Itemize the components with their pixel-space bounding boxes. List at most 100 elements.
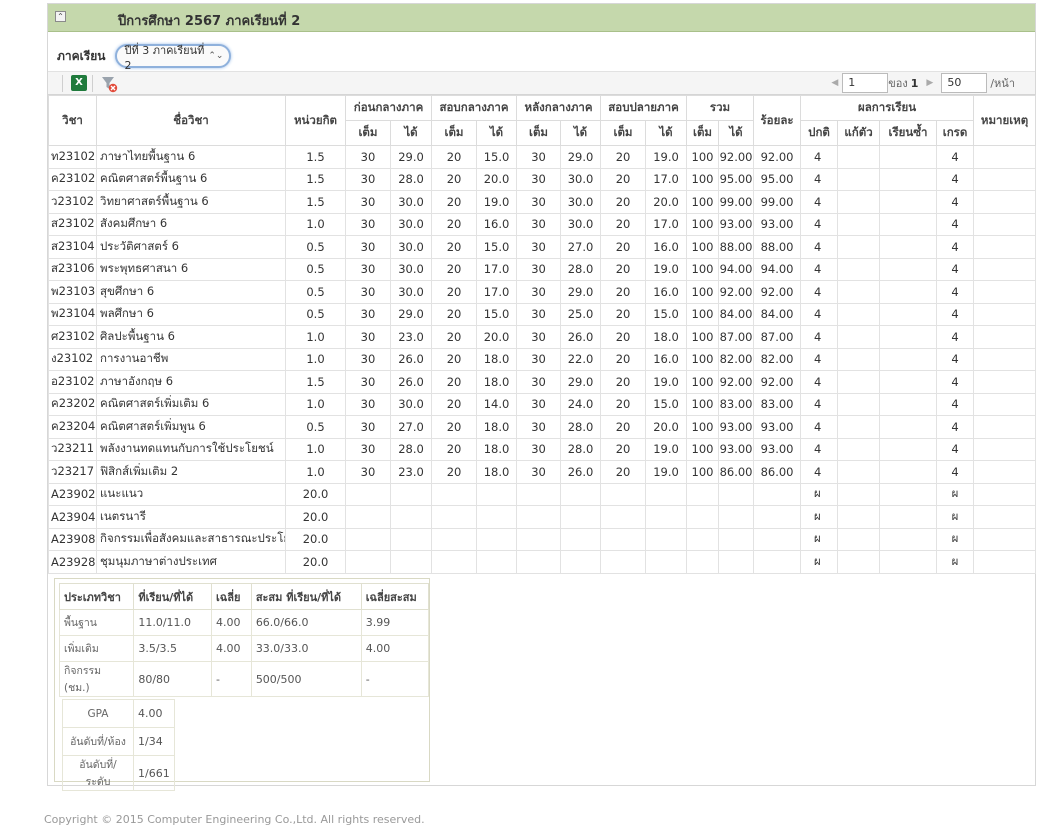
grade-cell: 4 [936,167,975,191]
score-cell: 92.00 [718,280,755,304]
table-row[interactable]: พ23103 สุขศึกษา 6 0.5 30 30.0 20 17.0 30 29.0 20 1… [48,280,1037,304]
table-row[interactable]: A23908 กิจกรรมเพื่อสังคมและสาธารณะประโยชน… [48,527,1037,551]
sum-col-type: ประเภทวิชา [58,583,135,610]
table-row[interactable]: ง23102 การงานอาชีพ 1.0 30 26.0 20 18.0 30 22.0 20… [48,347,1037,371]
table-row[interactable]: ว23102 วิทยาศาสตร์พื้นฐาน 6 1.5 30 30.0 20 19.… [48,190,1037,214]
table-row[interactable]: ศ23102 ศิลปะพื้นฐาน 6 1.0 30 23.0 20 20.0 30 26.… [48,325,1037,349]
score-cell: 19.0 [645,145,688,169]
summary-table: ประเภทวิชา ที่เรียน/ที่ได้ เฉลี่ย สะสม ท… [58,583,430,697]
excel-export-icon[interactable]: X [71,75,87,91]
score-cell [431,505,478,529]
result-fix-cell [837,437,881,461]
semester-select[interactable]: ปีที่ 3 ภาคเรียนที่ 2 ⌃⌄ [115,44,232,72]
col-credit[interactable]: หน่วยกิต [285,95,346,146]
collapse-icon[interactable]: ⌃ [55,11,66,22]
score-cell [516,550,562,574]
subject-name-cell: เนตรนารี [96,505,286,529]
class-rank-row: อันดับที่/ห้อง 1/34 [62,727,175,756]
score-cell: 100 [686,257,720,281]
score-cell [389,505,433,529]
score-cell: 20 [600,257,647,281]
table-row[interactable]: ว23211 พลังงานทดแทนกับการใช้ประโยชน์ 1.0 30… [48,437,1037,461]
score-cell [476,482,518,506]
semester-label: ภาคเรียน [57,48,106,63]
col-percent[interactable]: ร้อยละ [753,95,802,146]
result-normal-cell: 4 [800,145,839,169]
score-cell: 19.0 [645,370,688,394]
score-cell: 30 [345,145,391,169]
result-repeat-cell [879,347,938,371]
remark-cell [973,280,1037,304]
result-normal-cell: ผ [800,482,839,506]
score-cell: 20 [431,257,478,281]
score-cell [560,505,602,529]
score-cell: 20 [431,212,478,236]
percent-cell: 95.00 [753,167,802,191]
table-row[interactable]: ว23217 ฟิสิกส์เพิ่มเติม 2 1.0 30 23.0 20 18.0 3… [48,460,1037,484]
table-row[interactable]: ค23102 คณิตศาสตร์พื้นฐาน 6 1.5 30 28.0 20 20.0… [48,167,1037,191]
credit-cell: 0.5 [285,280,346,304]
result-repeat-cell [879,505,938,529]
grade-cell: 4 [936,190,975,214]
subject-code-cell: พ23104 [48,302,97,326]
credit-cell: 0.5 [285,415,346,439]
grade-cell: ผ [936,505,975,529]
subject-name-cell: พลศึกษา 6 [96,302,286,326]
score-cell [431,550,478,574]
table-row[interactable]: A23928 ชุมนุมภาษาต่างประเทศ 20.0 ผ ผ [48,550,1037,574]
score-cell: 15.0 [476,302,518,326]
result-fix-cell [837,527,881,551]
subject-name-cell: ภาษาอังกฤษ 6 [96,370,286,394]
table-row[interactable]: พ23104 พลศึกษา 6 0.5 30 29.0 20 15.0 30 25.0 20 15… [48,302,1037,326]
table-row[interactable]: ท23102 ภาษาไทยพื้นฐาน 6 1.5 30 29.0 20 15.0 30 2… [48,145,1037,169]
page-number-input[interactable]: 1 [842,73,889,93]
panel-title: ปีการศึกษา 2567 ภาคเรียนที่ 2 [118,14,301,29]
page-size-input[interactable]: 50 [941,73,988,93]
result-normal-cell: 4 [800,347,839,371]
result-repeat-cell [879,527,938,551]
score-cell: 30 [345,212,391,236]
table-row[interactable]: ค23202 คณิตศาสตร์เพิ่มเติม 6 1.0 30 30.0 20 14… [48,392,1037,416]
table-row[interactable]: A23904 เนตรนารี 20.0 ผ ผ [48,505,1037,529]
remark-cell [973,392,1037,416]
result-repeat-cell [879,167,938,191]
col-remark[interactable]: หมายเหตุ [973,95,1037,146]
col-got: ได้ [389,120,433,146]
table-row[interactable]: อ23102 ภาษาอังกฤษ 6 1.5 30 26.0 20 18.0 30 29.0 2… [48,370,1037,394]
table-row[interactable]: A23902 แนะแนว 20.0 ผ ผ [48,482,1037,506]
subject-name-cell: สุขศึกษา 6 [96,280,286,304]
score-cell: 20 [600,235,647,259]
score-cell: 93.00 [718,212,755,236]
table-row[interactable]: ส23104 ประวัติศาสตร์ 6 0.5 30 30.0 20 15.0 30 27… [48,235,1037,259]
score-cell: 92.00 [718,370,755,394]
percent-cell: 87.00 [753,325,802,349]
subject-name-cell: ฟิสิกส์เพิ่มเติม 2 [96,460,286,484]
percent-cell [753,550,802,574]
subject-name-cell: กิจกรรมเพื่อสังคมและสาธารณะประโยชน์ [96,527,286,551]
table-row[interactable]: ส23106 พระพุทธศาสนา 6 0.5 30 30.0 20 17.0 30 28.… [48,257,1037,281]
table-row[interactable]: ส23102 สังคมศึกษา 6 1.0 30 30.0 20 16.0 30 30.0 2… [48,212,1037,236]
col-subject-code[interactable]: วิชา [48,95,97,146]
score-cell: 95.00 [718,167,755,191]
remark-cell [973,190,1037,214]
remark-cell [973,460,1037,484]
prev-page-icon[interactable]: ◀ [831,78,838,88]
score-cell: 100 [686,235,720,259]
score-cell: 30 [516,437,562,461]
percent-cell: 94.00 [753,257,802,281]
score-cell [476,550,518,574]
score-cell: 15.0 [476,145,518,169]
result-fix-cell [837,302,881,326]
score-cell: 20 [600,167,647,191]
grade-cell: 4 [936,235,975,259]
toolbar-divider [62,75,63,92]
percent-cell: 88.00 [753,235,802,259]
score-cell: 16.0 [645,235,688,259]
next-page-icon[interactable]: ▶ [926,78,933,88]
col-subject-name[interactable]: ชื่อวิชา [96,95,286,146]
score-cell: 18.0 [476,347,518,371]
score-cell: 20 [600,280,647,304]
result-repeat-cell [879,190,938,214]
table-row[interactable]: ค23204 คณิตศาสตร์เพิ่มพูน 6 0.5 30 27.0 20 18.… [48,415,1037,439]
clear-filter-icon[interactable] [100,75,118,93]
